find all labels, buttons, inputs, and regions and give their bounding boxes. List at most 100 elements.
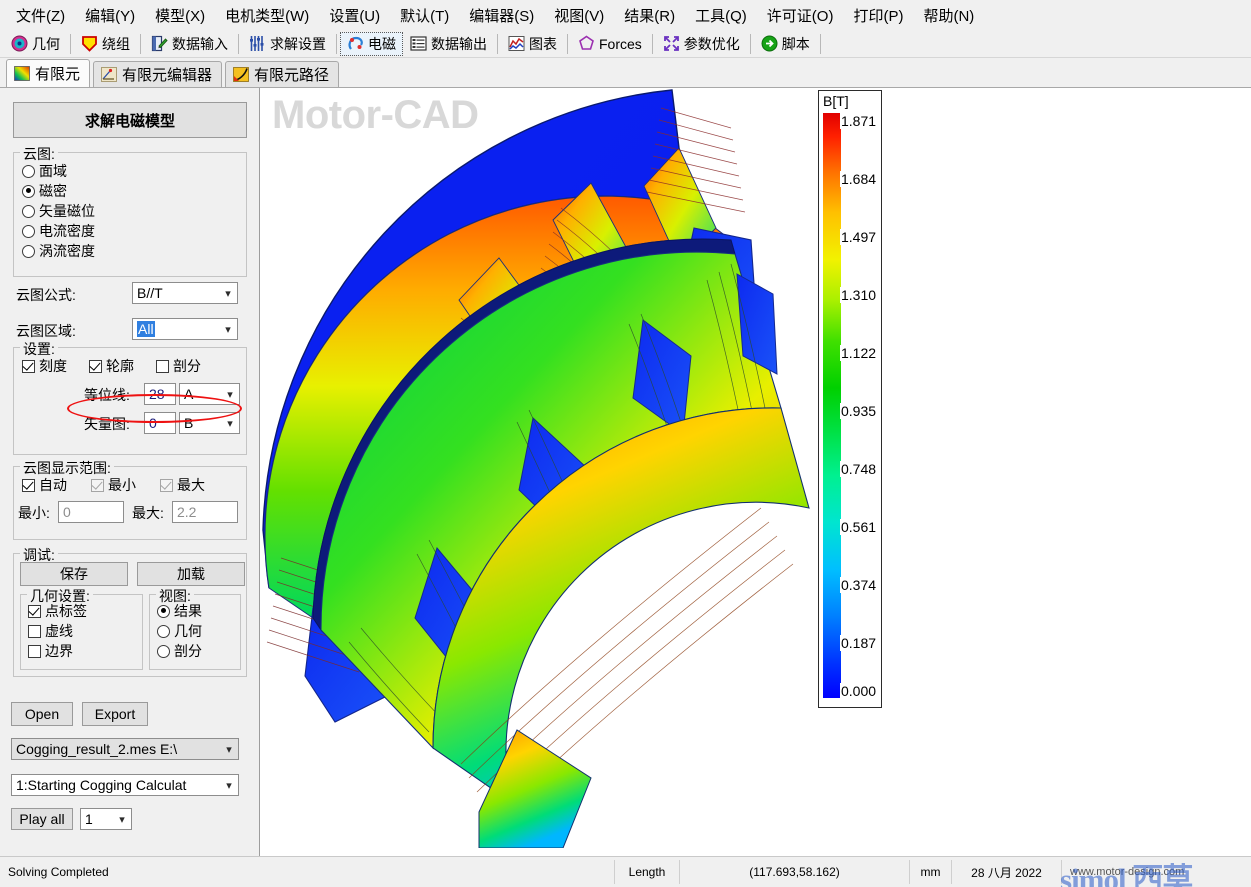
toolbar-label-data-output: 数据输出 [431,35,487,52]
play-index-combo[interactable]: 1 ▾ [80,808,132,830]
toolbar-button-solve-settings[interactable]: 求解设置 [242,32,333,56]
view-mode-group: 视图: 结果 几何 剖分 [149,586,241,670]
contour-region-combo[interactable]: All ▾ [132,318,238,340]
menu-print[interactable]: 打印(P) [843,2,913,29]
colorbar-tick-5: 0.935 [840,403,878,419]
menu-help[interactable]: 帮助(N) [913,2,984,29]
toolbar-separator [819,33,821,54]
play-all-button[interactable]: Play all [11,808,73,830]
menu-edit[interactable]: 编辑(Y) [75,2,145,29]
result-step-combo[interactable]: 1:Starting Cogging Calculat ▾ [11,774,239,796]
radio-view-mesh[interactable]: 剖分 [157,641,202,661]
tab-label-fea-path: 有限元路径 [254,67,330,84]
checkbox-dashed-lines[interactable]: 虚线 [28,621,87,641]
contour-lines-type-combo[interactable]: A ▾ [179,383,240,405]
toolbar-button-forces[interactable]: Forces [571,32,649,56]
contour-formula-combo[interactable]: B//T ▾ [132,282,238,304]
flux-density-contour-plot [262,89,810,848]
checkbox-min-range: 最小 [91,475,136,495]
contour-type-group: 云图: 面域 磁密 矢量磁位 电流密度 涡流密度 [13,144,247,277]
radio-contour-eddy-current-density[interactable]: 涡流密度 [22,241,95,261]
toolbar-button-parameterization[interactable]: 参数优化 [656,32,747,56]
menu-tools[interactable]: 工具(Q) [685,2,757,29]
radio-icon-eddy-current-density [22,244,35,258]
range-min-input[interactable]: 0 [58,501,124,523]
menu-license[interactable]: 许可证(O) [757,2,844,29]
radio-contour-vector-potential[interactable]: 矢量磁位 [22,201,95,221]
export-label: Export [94,706,136,722]
tab-fea[interactable]: 有限元 [6,59,91,87]
chevron-down-icon: ▾ [225,287,231,300]
fea-plot-area[interactable]: Motor-CAD B[T] 1.871 1.684 1.497 1.310 1… [261,88,1251,857]
graphs-icon [508,35,525,52]
result-file-combo[interactable]: Cogging_result_2.mes E:\ ▾ [11,738,239,760]
open-button[interactable]: Open [11,702,73,726]
toolbar-label-emagnetic: 电磁 [368,35,396,52]
checkbox-icon-contour [89,359,102,373]
toolbar-label-winding: 绕组 [102,35,130,52]
checkbox-icon-point-labels [28,604,41,618]
toolbar-label-scripting: 脚本 [781,35,810,52]
play-index-value: 1 [85,811,93,827]
debug-load-button[interactable]: 加载 [137,562,245,586]
checkbox-icon-min-range [91,478,104,492]
checkbox-contour[interactable]: 轮廓 [89,356,134,376]
menu-motor-type[interactable]: 电机类型(W) [215,2,319,29]
tab-fea-editor[interactable]: 有限元编辑器 [93,61,223,87]
checkbox-mesh[interactable]: 剖分 [156,356,201,376]
contour-lines-input[interactable]: 28 [144,383,176,405]
menu-settings[interactable]: 设置(U) [319,2,390,29]
radio-icon-view-mesh [157,644,170,658]
data-input-icon [151,35,168,52]
radio-icon-flux-density [22,184,35,198]
radio-label-area: 面域 [39,163,67,179]
checkbox-boundary[interactable]: 边界 [28,641,87,661]
debug-save-button[interactable]: 保存 [20,562,128,586]
toolbar-button-geometry[interactable]: 几何 [4,32,67,56]
contour-lines-type-value: A [184,386,194,402]
checkbox-icon-auto-range [22,478,35,492]
solve-emagnetic-model-button[interactable]: 求解电磁模型 [13,102,247,138]
tab-label-fea: 有限元 [35,66,81,83]
toolbar-button-scripting[interactable]: 脚本 [754,32,817,56]
toolbar-separator [749,33,751,54]
toolbar-label-geometry: 几何 [32,35,60,52]
status-message: Solving Completed [0,860,615,884]
radio-view-geometry[interactable]: 几何 [157,621,202,641]
checkbox-auto-range[interactable]: 自动 [22,475,67,495]
toolbar-separator [70,33,71,54]
radio-view-results[interactable]: 结果 [157,601,202,621]
toolbar-button-data-input[interactable]: 数据输入 [144,32,235,56]
radio-icon-current-density [22,224,35,238]
menu-bar: 文件(Z) 编辑(Y) 模型(X) 电机类型(W) 设置(U) 默认(T) 编辑… [0,0,1251,30]
colorbar-title: B[T] [823,93,849,109]
menu-defaults[interactable]: 默认(T) [390,2,459,29]
menu-results[interactable]: 结果(R) [614,2,685,29]
toolbar-separator [238,33,239,54]
toolbar-button-data-output[interactable]: 数据输出 [403,32,494,56]
menu-editor[interactable]: 编辑器(S) [459,2,544,29]
vector-plot-input[interactable]: 0 [144,412,176,434]
radio-contour-area[interactable]: 面域 [22,161,95,181]
toolbar-button-graphs[interactable]: 图表 [501,32,564,56]
checkbox-label-min-range: 最小 [108,477,136,493]
vector-plot-type-combo[interactable]: B ▾ [179,412,240,434]
radio-contour-current-density[interactable]: 电流密度 [22,221,95,241]
menu-model[interactable]: 模型(X) [145,2,215,29]
range-max-input[interactable]: 2.2 [172,501,238,523]
export-button[interactable]: Export [82,702,148,726]
checkbox-label-boundary: 边界 [45,643,73,659]
toolbar-button-winding[interactable]: 绕组 [74,32,137,56]
menu-file[interactable]: 文件(Z) [6,2,75,29]
toolbar-button-emagnetic[interactable]: 电磁 [340,31,403,56]
radio-icon-view-results [157,604,170,618]
checkbox-point-labels[interactable]: 点标签 [28,601,87,621]
checkbox-max-range: 最大 [160,475,205,495]
checkbox-label-scale: 刻度 [39,358,67,374]
checkbox-scale[interactable]: 刻度 [22,356,67,376]
tab-fea-path[interactable]: 有限元路径 [225,61,340,87]
radio-contour-flux-density[interactable]: 磁密 [22,181,95,201]
checkbox-icon-dashed-lines [28,624,41,638]
menu-view[interactable]: 视图(V) [544,2,614,29]
chevron-down-icon: ▾ [226,779,232,792]
